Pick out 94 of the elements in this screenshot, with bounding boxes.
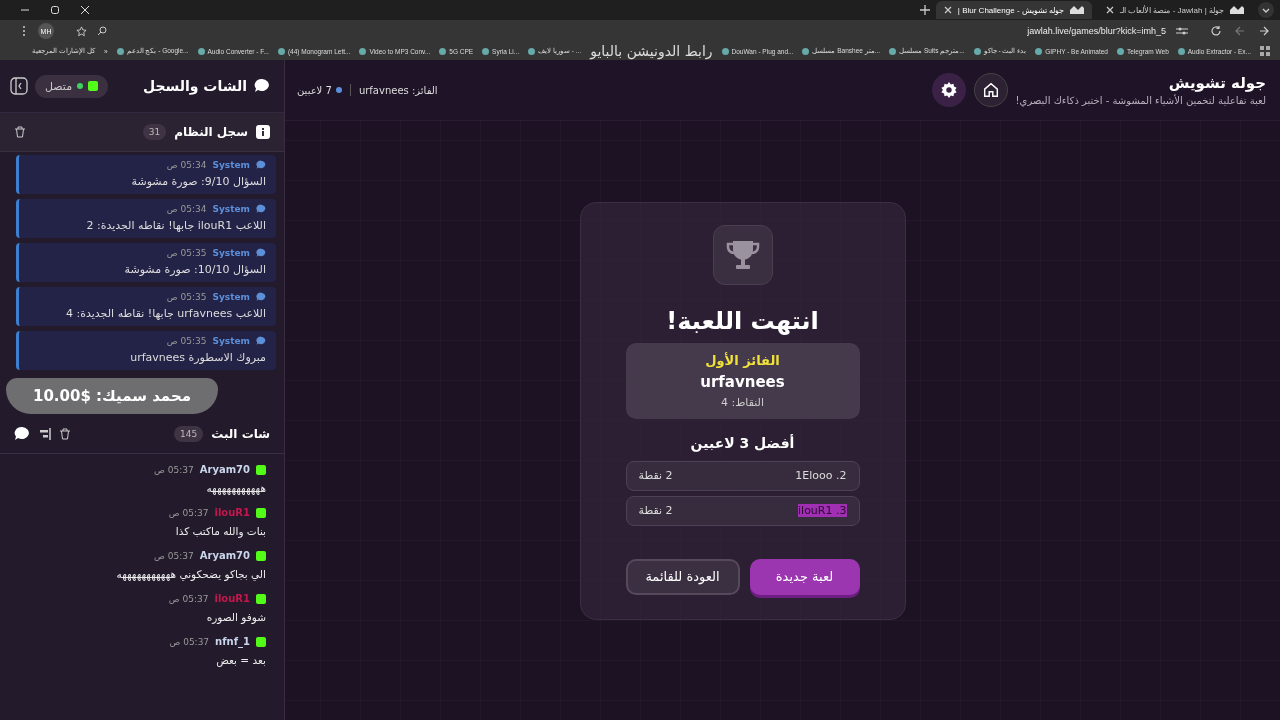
gear-icon (939, 81, 958, 99)
home-icon (981, 81, 1000, 99)
stream-caption: رابط الدونيشن بالبايو (590, 42, 713, 60)
chat-time: 05:37 ص (154, 464, 194, 475)
top-players-heading: أفضل 3 لاعبين (690, 434, 795, 451)
player-count: 7 لاعبين (297, 84, 342, 96)
winner-heading: الفائز الأول (705, 352, 780, 368)
chat-bubble-icon (256, 204, 266, 214)
forward-icon[interactable] (1258, 25, 1270, 37)
kick-icon (256, 636, 266, 647)
trash-icon[interactable] (59, 428, 71, 440)
kick-icon (256, 464, 266, 475)
chat-bubble-icon (256, 292, 266, 302)
chat-bubble-icon (256, 160, 266, 170)
log-author: System (212, 248, 250, 258)
restore-icon[interactable] (50, 5, 60, 15)
player-name: 2. 1Elooo (795, 469, 847, 482)
browser-tab[interactable]: جوله تشويش - Blur Challenge | (935, 1, 1092, 19)
trash-icon[interactable] (14, 126, 26, 138)
page-title: جوله تشويش (1167, 74, 1266, 92)
sidebar-title: الشات والسجل (142, 78, 247, 94)
chat-bubble-icon (14, 426, 30, 442)
count-badge: 31 (142, 124, 167, 140)
site-icon (1070, 6, 1084, 14)
chat-message: بنات والله ماكتب كذا (174, 525, 266, 537)
address-bar[interactable]: jawlah.live/games/blur?kick=imh_5 (66, 23, 1198, 39)
chat-username: ilouR1 (214, 593, 250, 604)
page-subtitle: لعبة تفاعلية لتخمين الأشياء المشوشة - اختبر ذكاءك البصري! (1015, 95, 1266, 106)
chat-username: Aryam70 (199, 464, 250, 475)
log-message: السؤال 10/10: صورة مشوشة (123, 263, 266, 276)
log-author: System (212, 336, 250, 346)
connection-status: متصل (35, 74, 109, 98)
chat-bubble-icon (254, 78, 270, 94)
browser-tab[interactable]: جولة | Jawlah - منصة الألعاب الـ (1098, 1, 1252, 19)
section-title: سجل النظام (174, 125, 248, 139)
log-author: System (212, 160, 250, 170)
trophy-icon (712, 224, 773, 285)
collapse-sidebar-button[interactable] (10, 77, 28, 95)
chat-username: nfnf_1 (215, 636, 250, 647)
new-game-button[interactable]: لعبة جديدة (749, 558, 860, 595)
site-settings-icon (1176, 26, 1188, 36)
zoom-icon[interactable] (97, 26, 107, 36)
apps-icon[interactable] (1260, 46, 1270, 56)
reload-icon[interactable] (1210, 25, 1222, 37)
winner-name: urfavnees (700, 372, 785, 391)
chat-time: 05:37 ص (168, 593, 209, 604)
log-author: System (212, 292, 250, 302)
log-message: اللاعب ilouR1 جابها! نقاطه الجديدة: 2 (85, 219, 266, 232)
player-points: 2 نقطة (638, 469, 673, 482)
winner-points: النقاط: 4 (721, 395, 764, 409)
chat-username: Aryam70 (199, 550, 250, 561)
back-icon[interactable] (1234, 25, 1246, 37)
section-title: شات البث (211, 427, 270, 441)
close-icon[interactable] (943, 6, 952, 14)
back-to-list-button[interactable]: العودة للقائمة (625, 558, 740, 595)
log-time: 05:34 ص (166, 204, 207, 214)
kick-icon (256, 550, 266, 561)
log-time: 05:35 ص (166, 248, 207, 258)
log-author: System (212, 204, 250, 214)
chat-message: بعد = بعض (215, 654, 266, 666)
chat-time: 05:37 ص (169, 636, 210, 647)
new-tab-icon[interactable] (919, 5, 930, 15)
align-icon[interactable] (38, 428, 51, 440)
log-message: مبروك الاسطورة urfavnees (129, 351, 266, 364)
chat-bubble-icon (256, 336, 266, 346)
log-message: اللاعب urfavnees جابها! نقاطه الجديدة: 4 (65, 307, 266, 320)
kick-icon (256, 507, 266, 518)
log-time: 05:35 ص (166, 336, 207, 346)
game-over-title: انتهت اللعبة! (666, 306, 819, 335)
chat-message: هههههههههههه (205, 482, 266, 494)
donation-alert: محمد سميك: $10.00 (6, 378, 218, 414)
settings-button[interactable] (931, 73, 966, 107)
chat-username: ilouR1 (214, 507, 250, 518)
site-icon (1230, 6, 1244, 14)
log-time: 05:35 ص (166, 292, 207, 302)
menu-icon[interactable] (22, 25, 26, 37)
chat-time: 05:37 ص (168, 507, 209, 518)
log-time: 05:34 ص (166, 160, 207, 170)
player-points: 2 نقطة (638, 504, 673, 517)
close-icon[interactable] (1106, 6, 1114, 14)
close-icon[interactable] (80, 5, 90, 15)
winner-label: الفائز: urfavnees (358, 84, 438, 96)
count-badge: 145 (174, 426, 204, 442)
chat-bubble-icon (256, 248, 266, 258)
star-icon[interactable] (76, 25, 87, 37)
tab-search-icon[interactable] (1258, 2, 1274, 18)
log-message: السؤال 9/10: صورة مشوشة (130, 175, 266, 188)
chat-time: 05:37 ص (154, 550, 194, 561)
home-button[interactable] (973, 73, 1008, 107)
info-icon (256, 125, 270, 139)
kick-icon (256, 593, 266, 604)
chat-message: شوفو الصوره (205, 611, 266, 623)
player-name: 3. ilouR1 (798, 504, 847, 517)
chat-message: الي بجاكو يضحكوني هههههههههههه (115, 568, 266, 580)
